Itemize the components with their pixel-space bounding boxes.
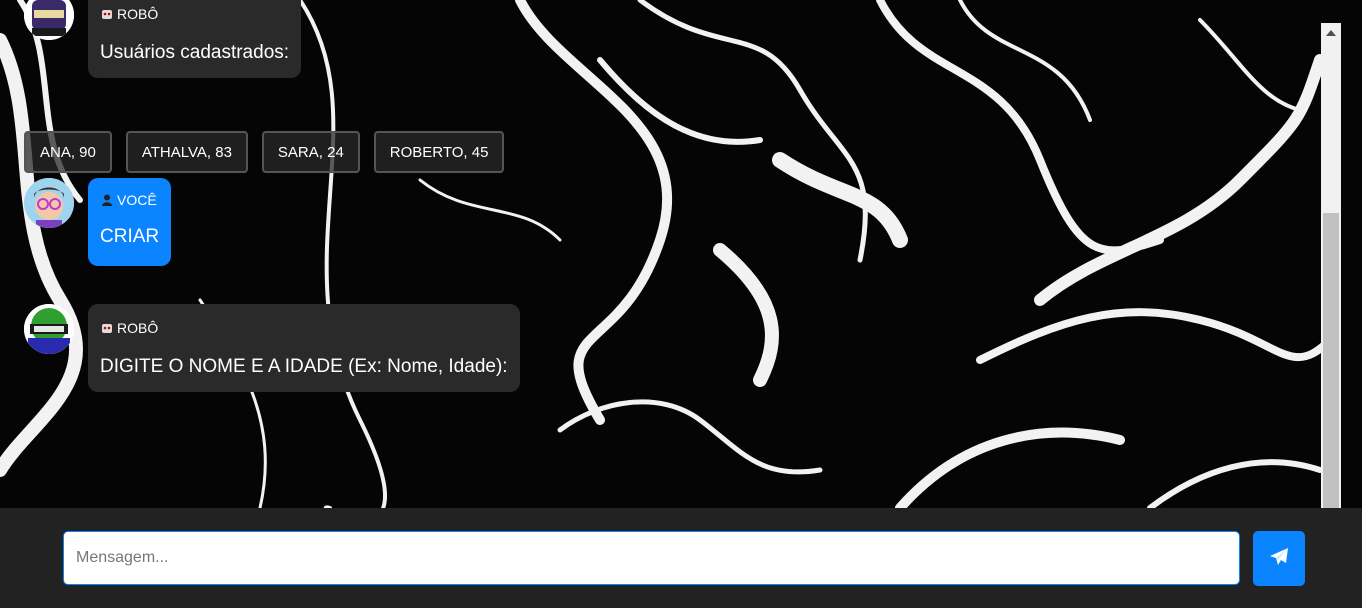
sender-label: ROBÔ bbox=[100, 320, 508, 336]
chat-messages[interactable]: ROBÔ Usuários cadastrados: ANA, 90 ATHAL… bbox=[0, 0, 1320, 508]
robot-avatar bbox=[24, 0, 74, 40]
message-bot: ROBÔ Usuários cadastrados: bbox=[24, 0, 302, 78]
message-bubble: ROBÔ DIGITE O NOME E A IDADE (Ex: Nome, … bbox=[88, 304, 520, 392]
robot-avatar bbox=[24, 304, 74, 354]
user-list-options: ANA, 90 ATHALVA, 83 SARA, 24 ROBERTO, 45 bbox=[24, 131, 505, 173]
message-bot: ROBÔ DIGITE O NOME E A IDADE (Ex: Nome, … bbox=[24, 304, 520, 392]
user-option-button[interactable]: ROBERTO, 45 bbox=[373, 131, 505, 173]
scroll-up-arrow-icon[interactable] bbox=[1321, 23, 1341, 43]
robot-icon bbox=[100, 321, 114, 335]
paper-plane-icon bbox=[1269, 547, 1289, 570]
message-bubble: VOCÊ CRIAR bbox=[88, 178, 172, 266]
user-option-button[interactable]: ATHALVA, 83 bbox=[125, 131, 248, 173]
robot-icon bbox=[100, 7, 114, 21]
message-user: VOCÊ CRIAR bbox=[24, 178, 172, 266]
message-input[interactable] bbox=[63, 531, 1240, 585]
message-text: CRIAR bbox=[100, 226, 160, 247]
chat-scrollbar[interactable] bbox=[1321, 23, 1341, 508]
user-option-button[interactable]: SARA, 24 bbox=[261, 131, 360, 173]
message-bubble: ROBÔ Usuários cadastrados: bbox=[88, 0, 302, 78]
sender-label: VOCÊ bbox=[100, 192, 159, 208]
sender-label: ROBÔ bbox=[100, 6, 289, 22]
scrollbar-thumb[interactable] bbox=[1323, 213, 1339, 508]
message-text: Usuários cadastrados: bbox=[100, 42, 290, 63]
message-text: DIGITE O NOME E A IDADE (Ex: Nome, Idade… bbox=[100, 356, 508, 377]
sender-name: ROBÔ bbox=[117, 320, 159, 336]
person-icon bbox=[100, 193, 114, 207]
user-option-button[interactable]: ANA, 90 bbox=[24, 131, 112, 173]
send-button[interactable] bbox=[1253, 531, 1305, 586]
sender-name: ROBÔ bbox=[117, 6, 159, 22]
sender-name: VOCÊ bbox=[117, 192, 157, 208]
user-avatar bbox=[24, 178, 74, 228]
